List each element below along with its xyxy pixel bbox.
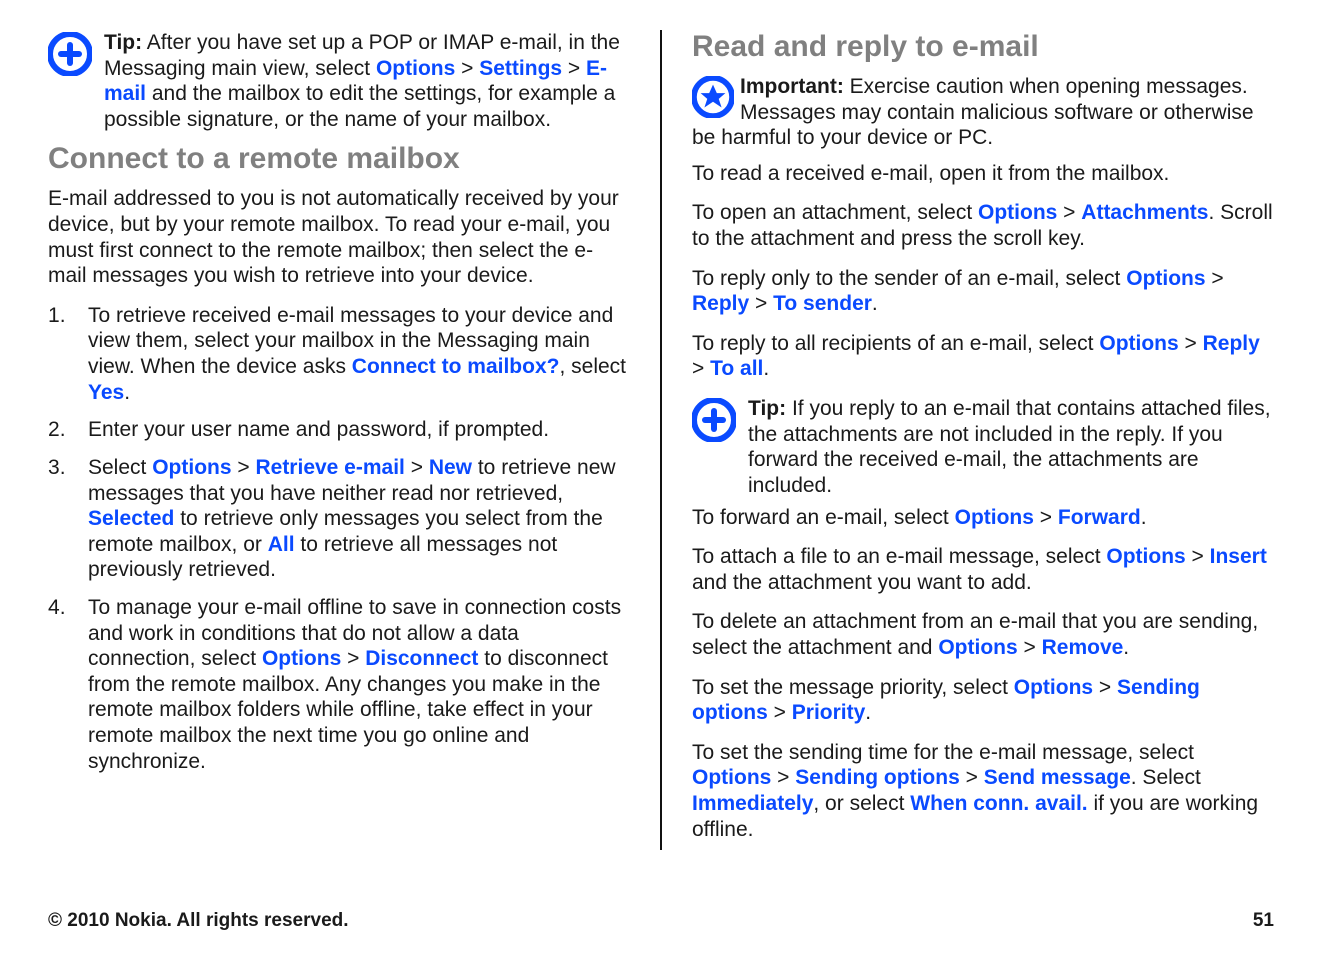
paragraph-send-message: To set the sending time for the e-mail m… xyxy=(692,740,1274,842)
tip-plus-icon xyxy=(692,398,736,447)
column-right: Read and reply to e-mail Important: Exer… xyxy=(692,30,1274,850)
page-number: 51 xyxy=(1253,910,1274,932)
link-insert: Insert xyxy=(1210,545,1267,568)
paragraph-reply-all: To reply to all recipients of an e-mail,… xyxy=(692,331,1274,382)
link-options: Options xyxy=(152,456,231,479)
link-connect-to-mailbox: Connect to mailbox? xyxy=(352,355,560,378)
tip-plus-icon xyxy=(48,32,92,81)
link-priority: Priority xyxy=(792,701,866,724)
link-options: Options xyxy=(1126,267,1205,290)
paragraph-reply-sender: To reply only to the sender of an e-mail… xyxy=(692,266,1274,317)
paragraph: E-mail addressed to you is not automatic… xyxy=(48,186,630,288)
link-when-conn-avail: When conn. avail. xyxy=(910,792,1087,815)
step-2: Enter your user name and password, if pr… xyxy=(48,417,630,443)
link-options: Options xyxy=(1099,332,1178,355)
tip-block: Tip: After you have set up a POP or IMAP… xyxy=(48,30,630,132)
link-immediately: Immediately xyxy=(692,792,813,815)
two-column-layout: Tip: After you have set up a POP or IMAP… xyxy=(48,30,1274,850)
link-options: Options xyxy=(376,57,455,80)
link-to-all: To all xyxy=(710,357,763,380)
link-reply: Reply xyxy=(1203,332,1260,355)
link-options: Options xyxy=(1014,676,1093,699)
link-retrieve-email: Retrieve e-mail xyxy=(255,456,404,479)
heading-read-reply-email: Read and reply to e-mail xyxy=(692,30,1274,64)
step-4: To manage your e-mail offline to save in… xyxy=(48,595,630,774)
link-disconnect: Disconnect xyxy=(365,647,478,670)
link-forward: Forward xyxy=(1058,506,1141,529)
paragraph: To read a received e-mail, open it from … xyxy=(692,161,1274,187)
link-selected: Selected xyxy=(88,507,174,530)
copyright-text: © 2010 Nokia. All rights reserved. xyxy=(48,910,349,932)
page: Tip: After you have set up a POP or IMAP… xyxy=(0,0,1322,954)
important-label: Important: xyxy=(740,75,850,98)
link-sending-options: Sending options xyxy=(795,766,959,789)
link-attachments: Attachments xyxy=(1081,201,1208,224)
link-options: Options xyxy=(938,636,1017,659)
important-block: Important: Exercise caution when opening… xyxy=(692,74,1274,151)
link-settings: Settings xyxy=(479,57,562,80)
tip-label: Tip: xyxy=(748,397,786,420)
link-new: New xyxy=(429,456,472,479)
steps-list: To retrieve received e-mail messages to … xyxy=(48,303,630,774)
paragraph-priority: To set the message priority, select Opti… xyxy=(692,675,1274,726)
link-to-sender: To sender xyxy=(773,292,872,315)
paragraph-forward: To forward an e-mail, select Options > F… xyxy=(692,505,1274,531)
paragraph-remove: To delete an attachment from an e-mail t… xyxy=(692,609,1274,660)
paragraph-attachments: To open an attachment, select Options > … xyxy=(692,200,1274,251)
column-divider xyxy=(660,30,662,850)
heading-connect-remote-mailbox: Connect to a remote mailbox xyxy=(48,142,630,176)
tip-text: Tip: After you have set up a POP or IMAP… xyxy=(104,30,630,132)
paragraph-insert: To attach a file to an e-mail message, s… xyxy=(692,544,1274,595)
page-footer: © 2010 Nokia. All rights reserved. 51 xyxy=(48,910,1274,932)
link-options: Options xyxy=(692,766,771,789)
link-all: All xyxy=(268,533,295,556)
tip-text: Tip: If you reply to an e-mail that cont… xyxy=(748,396,1274,498)
tip-label: Tip: xyxy=(104,31,142,54)
link-options: Options xyxy=(955,506,1034,529)
column-left: Tip: After you have set up a POP or IMAP… xyxy=(48,30,630,850)
step-1: To retrieve received e-mail messages to … xyxy=(48,303,630,405)
link-yes: Yes xyxy=(88,381,124,404)
tip-block: Tip: If you reply to an e-mail that cont… xyxy=(692,396,1274,498)
link-options: Options xyxy=(1106,545,1185,568)
link-options: Options xyxy=(262,647,341,670)
link-send-message: Send message xyxy=(984,766,1131,789)
link-reply: Reply xyxy=(692,292,749,315)
important-star-icon xyxy=(692,76,734,125)
link-remove: Remove xyxy=(1042,636,1124,659)
link-options: Options xyxy=(978,201,1057,224)
step-3: Select Options > Retrieve e-mail > New t… xyxy=(48,455,630,583)
